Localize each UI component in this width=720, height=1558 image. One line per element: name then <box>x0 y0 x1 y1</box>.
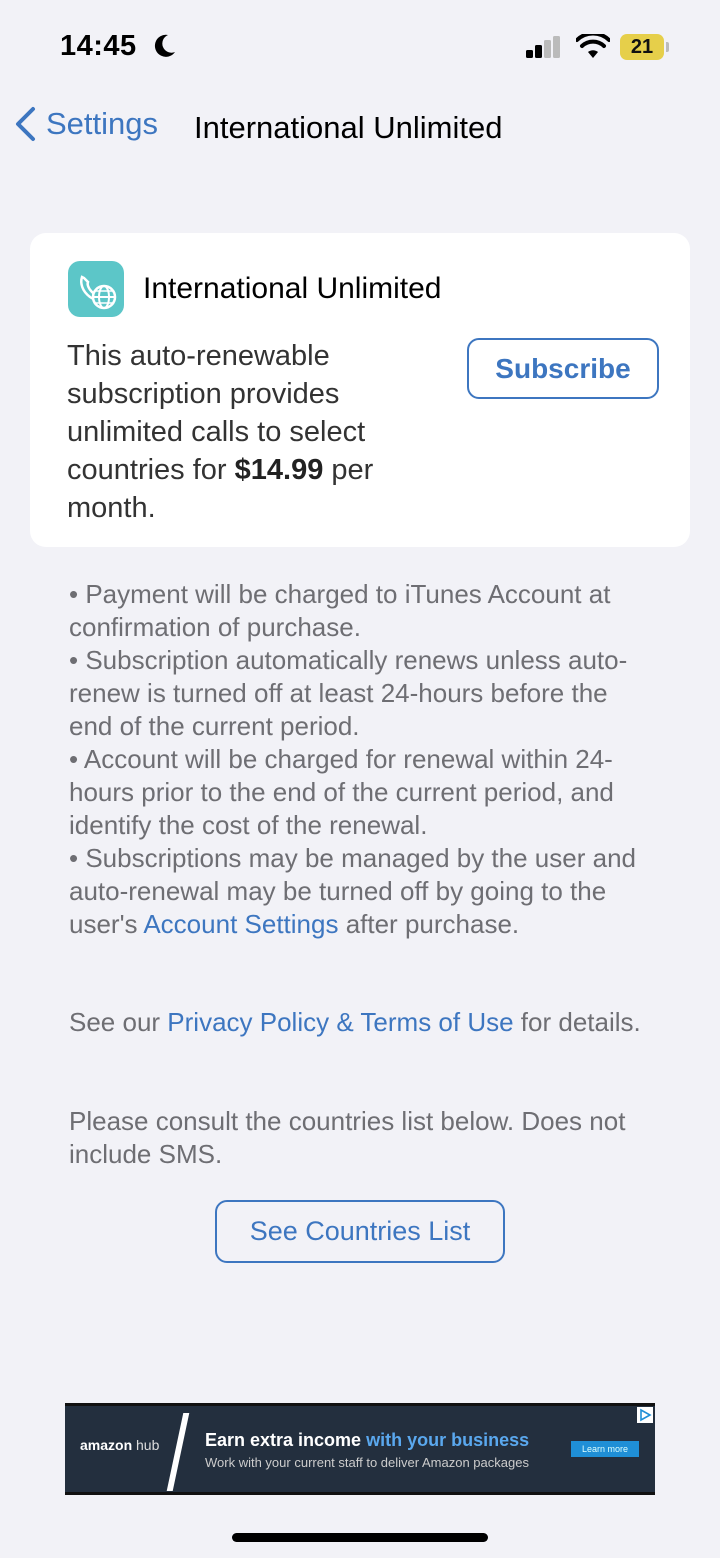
privacy-notice: See our Privacy Policy & Terms of Use fo… <box>69 1007 641 1037</box>
account-settings-link[interactable]: Account Settings <box>143 909 338 939</box>
navigation-bar: Settings International Unlimited <box>0 96 720 162</box>
status-time: 14:45 <box>60 30 137 62</box>
battery-level: 21 <box>630 36 654 58</box>
app-name: International Unlimited <box>143 272 442 305</box>
subscription-card: International Unlimited This auto-renewa… <box>30 233 690 547</box>
ad-choices-icon[interactable] <box>637 1407 653 1423</box>
app-icon <box>68 261 124 317</box>
wifi-icon <box>576 34 610 58</box>
countries-notice: Please consult the countries list below.… <box>69 1106 626 1169</box>
amazon-hub-logo: amazon hub <box>80 1437 160 1453</box>
terms-bullet: • Payment will be charged to iTunes Acco… <box>69 579 611 642</box>
chevron-left-icon <box>16 107 35 141</box>
cellular-signal-icon <box>526 36 560 58</box>
status-bar: 14:45 21 <box>0 0 720 96</box>
ad-learn-more-button[interactable]: Learn more <box>571 1441 639 1457</box>
terms-bullet: • Subscriptions may be managed by the us… <box>69 843 636 939</box>
ad-banner[interactable]: amazon hub Earn extra income with your b… <box>65 1403 655 1495</box>
privacy-policy-link[interactable]: Privacy Policy & Terms of Use <box>167 1007 513 1037</box>
back-button-label: Settings <box>46 106 159 141</box>
subscription-terms: • Payment will be charged to iTunes Acco… <box>69 578 649 941</box>
terms-bullet: • Account will be charged for renewal wi… <box>69 744 614 840</box>
subscription-price: $14.99 <box>234 454 324 486</box>
moon-icon <box>154 34 175 57</box>
see-countries-list-button[interactable]: See Countries List <box>215 1200 505 1263</box>
subscription-description: This auto-renewable subscription provide… <box>67 340 374 524</box>
home-indicator[interactable] <box>232 1533 488 1542</box>
ad-divider <box>166 1413 190 1491</box>
battery-icon: 21 <box>620 34 669 60</box>
terms-bullet: • Subscription automatically renews unle… <box>69 645 628 741</box>
back-button[interactable]: Settings <box>14 106 158 142</box>
ad-headline: Earn extra income with your business <box>205 1430 530 1450</box>
ad-subline: Work with your current staff to deliver … <box>205 1455 529 1470</box>
subscribe-button[interactable]: Subscribe <box>467 338 659 399</box>
page-title: International Unlimited <box>194 110 503 145</box>
